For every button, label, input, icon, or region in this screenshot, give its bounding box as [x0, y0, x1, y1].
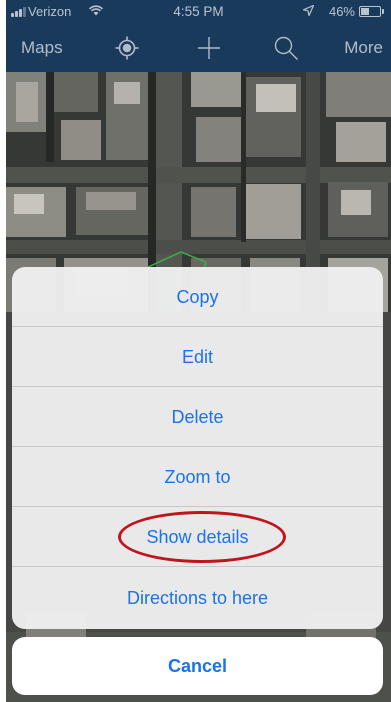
directions-to-here-option[interactable]: Directions to here	[12, 567, 383, 629]
phone-screen: Verizon 4:55 PM 46% Maps More Copy Edit …	[6, 0, 391, 702]
show-details-option[interactable]: Show details	[12, 507, 383, 567]
copy-option[interactable]: Copy	[12, 267, 383, 327]
edit-option[interactable]: Edit	[12, 327, 383, 387]
cancel-button[interactable]: Cancel	[12, 637, 383, 695]
action-sheet: Copy Edit Delete Zoom to Show details Di…	[12, 267, 383, 629]
zoom-to-option[interactable]: Zoom to	[12, 447, 383, 507]
delete-option[interactable]: Delete	[12, 387, 383, 447]
